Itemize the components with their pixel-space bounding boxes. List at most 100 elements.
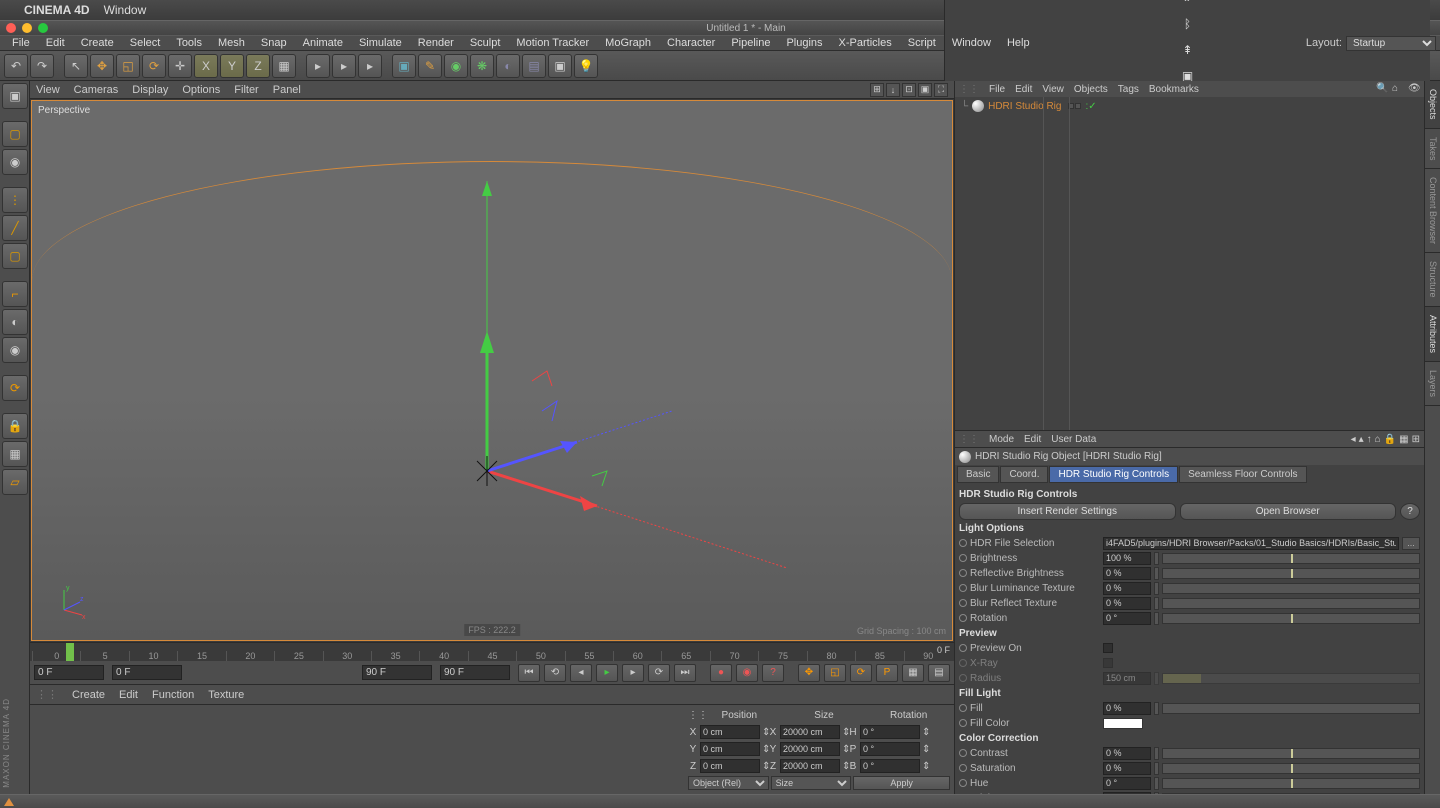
- key-pla-button[interactable]: ▦: [902, 664, 924, 682]
- menu-file[interactable]: File: [4, 37, 38, 49]
- vp-menu-options[interactable]: Options: [182, 84, 220, 96]
- visibility-dot[interactable]: [1075, 103, 1081, 109]
- z-axis-button[interactable]: Z: [246, 54, 270, 78]
- enable-check[interactable]: :✓: [1085, 101, 1096, 112]
- coord-size-select[interactable]: Size: [771, 776, 852, 790]
- param-value-input[interactable]: [1103, 552, 1151, 565]
- poly-mode[interactable]: ▢: [2, 243, 28, 269]
- param-dot[interactable]: [959, 719, 967, 727]
- wifi-icon[interactable]: ⇞: [1182, 43, 1192, 57]
- stepper[interactable]: [1154, 702, 1159, 715]
- object-item[interactable]: └ HDRI Studio Rig :✓: [957, 99, 1422, 113]
- attr-tab[interactable]: HDR Studio Rig Controls: [1049, 466, 1178, 483]
- vp-icon[interactable]: ▣: [918, 83, 932, 97]
- menu-render[interactable]: Render: [410, 37, 462, 49]
- param-slider[interactable]: [1162, 598, 1420, 609]
- menu-tools[interactable]: Tools: [168, 37, 210, 49]
- vp-icon[interactable]: ⊡: [902, 83, 916, 97]
- viewport-solo[interactable]: ◉: [2, 337, 28, 363]
- render-view-button[interactable]: ▸: [306, 54, 330, 78]
- stepper[interactable]: [1154, 777, 1159, 790]
- insert-render-settings-button[interactable]: Insert Render Settings: [959, 503, 1176, 520]
- menu-sculpt[interactable]: Sculpt: [462, 37, 509, 49]
- coord-input[interactable]: [780, 725, 840, 739]
- pen-tool[interactable]: ✎: [418, 54, 442, 78]
- obj-menu-view[interactable]: View: [1042, 84, 1064, 95]
- tree-expand-icon[interactable]: └: [961, 101, 968, 112]
- attr-menu-edit[interactable]: Edit: [1024, 434, 1041, 445]
- side-tab-takes[interactable]: Takes: [1425, 129, 1440, 170]
- playhead[interactable]: [66, 643, 74, 661]
- attr-menu-mode[interactable]: Mode: [989, 434, 1014, 445]
- deformer-button[interactable]: ◐: [496, 54, 520, 78]
- axis-mode[interactable]: ⌐: [2, 281, 28, 307]
- attr-toolbar-icon[interactable]: ◂: [1351, 434, 1356, 445]
- attr-toolbar-icon[interactable]: ⌂: [1375, 434, 1381, 445]
- render-settings-button[interactable]: ▸: [358, 54, 382, 78]
- obj-menu-objects[interactable]: Objects: [1074, 84, 1108, 95]
- menu-snap[interactable]: Snap: [253, 37, 295, 49]
- cube-primitive[interactable]: ▣: [392, 54, 416, 78]
- vp-icon[interactable]: ⊞: [870, 83, 884, 97]
- menu-create[interactable]: Create: [73, 37, 122, 49]
- layout-select[interactable]: Startup: [1346, 36, 1436, 51]
- object-tree[interactable]: └ HDRI Studio Rig :✓: [955, 97, 1424, 430]
- coord-input[interactable]: [780, 742, 840, 756]
- param-dot[interactable]: [959, 614, 967, 622]
- menu-window[interactable]: Window: [944, 37, 999, 49]
- obj-toolbar-icon[interactable]: ⌂: [1392, 83, 1404, 95]
- goto-start-button[interactable]: ⏮: [518, 664, 540, 682]
- next-key-button[interactable]: ⟳: [648, 664, 670, 682]
- mat-menu-texture[interactable]: Texture: [208, 689, 244, 701]
- stepper[interactable]: [1154, 552, 1159, 565]
- environment-button[interactable]: ▤: [522, 54, 546, 78]
- param-value-input[interactable]: [1103, 777, 1151, 790]
- param-dot[interactable]: [959, 569, 967, 577]
- close-button[interactable]: [6, 23, 16, 33]
- side-tab-attributes[interactable]: Attributes: [1425, 307, 1440, 362]
- obj-menu-edit[interactable]: Edit: [1015, 84, 1032, 95]
- lock-button[interactable]: 🔒: [2, 413, 28, 439]
- param-dot[interactable]: [959, 704, 967, 712]
- object-name[interactable]: HDRI Studio Rig: [988, 101, 1061, 112]
- goto-end-button[interactable]: ⏭: [674, 664, 696, 682]
- param-slider[interactable]: [1162, 568, 1420, 579]
- menu-plugins[interactable]: Plugins: [778, 37, 830, 49]
- vp-menu-filter[interactable]: Filter: [234, 84, 258, 96]
- attr-tab[interactable]: Coord.: [1000, 466, 1048, 483]
- prev-key-button[interactable]: ⟲: [544, 664, 566, 682]
- attr-tab[interactable]: Seamless Floor Controls: [1179, 466, 1306, 483]
- mac-app-name[interactable]: CINEMA 4D: [24, 3, 90, 17]
- grid-button[interactable]: ▦: [2, 441, 28, 467]
- attr-menu-user-data[interactable]: User Data: [1051, 434, 1096, 445]
- side-tab-layers[interactable]: Layers: [1425, 362, 1440, 406]
- menu-animate[interactable]: Animate: [295, 37, 351, 49]
- prev-frame-button[interactable]: ◂: [570, 664, 592, 682]
- redo-button[interactable]: ↷: [30, 54, 54, 78]
- stepper[interactable]: [1154, 567, 1159, 580]
- menu-simulate[interactable]: Simulate: [351, 37, 410, 49]
- open-browser-button[interactable]: Open Browser: [1180, 503, 1397, 520]
- zoom-button[interactable]: [38, 23, 48, 33]
- play-button[interactable]: ▸: [596, 664, 618, 682]
- coord-input[interactable]: [860, 725, 920, 739]
- side-tab-objects[interactable]: Objects: [1425, 81, 1440, 129]
- menu-mesh[interactable]: Mesh: [210, 37, 253, 49]
- viewport[interactable]: Perspective: [31, 100, 953, 641]
- scale-tool[interactable]: ◱: [116, 54, 140, 78]
- coord-input[interactable]: [700, 759, 760, 773]
- point-mode[interactable]: ⋮: [2, 187, 28, 213]
- model-mode[interactable]: ▢: [2, 121, 28, 147]
- menu-script[interactable]: Script: [900, 37, 944, 49]
- x-axis-button[interactable]: X: [194, 54, 218, 78]
- side-tab-content-browser[interactable]: Content Browser: [1425, 169, 1440, 253]
- attr-toolbar-icon[interactable]: 🔒: [1384, 434, 1396, 445]
- key-param-button[interactable]: P: [876, 664, 898, 682]
- stepper[interactable]: [1154, 762, 1159, 775]
- place-tool[interactable]: ✛: [168, 54, 192, 78]
- color-swatch[interactable]: [1103, 718, 1143, 729]
- help-button[interactable]: ?: [1400, 503, 1420, 520]
- key-selection-button[interactable]: ?: [762, 664, 784, 682]
- light-button[interactable]: 💡: [574, 54, 598, 78]
- param-value-input[interactable]: [1103, 597, 1151, 610]
